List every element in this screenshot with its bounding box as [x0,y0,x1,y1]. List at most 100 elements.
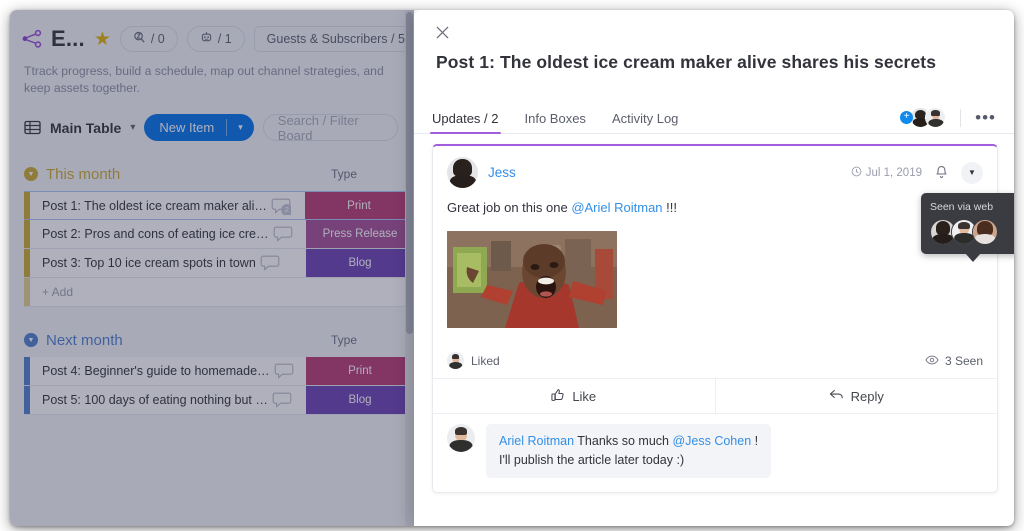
liked-label: Liked [471,354,500,368]
comment-bubble-icon[interactable] [273,225,293,243]
table-icon [24,119,41,136]
status-badge[interactable]: Print [306,357,414,385]
comment-count: 2 [281,204,291,215]
seen-label: 3 Seen [945,354,983,368]
board-pill-automations-label: / 1 [218,32,232,46]
view-name[interactable]: Main Table [50,120,121,136]
board-group: ▼ This month Type Post 1: The oldest ice cr… [10,163,414,307]
board-pill-activity-label: / 0 [151,32,165,46]
table-row[interactable]: Post 5: 100 days of eating nothing but …… [24,386,414,415]
board-scrollbar-track[interactable] [405,10,414,526]
tab-activity-log[interactable]: Activity Log [612,111,678,133]
page-title: Post 1: The oldest ice cream maker alive… [436,52,984,73]
comment-bubble-icon[interactable] [274,362,294,380]
update-author[interactable]: Jess [488,165,516,180]
tab-info-boxes[interactable]: Info Boxes [525,111,586,133]
table-row[interactable]: Post 4: Beginner's guide to homemade…Pri… [24,357,414,386]
liked-by: Liked [447,352,500,369]
reply-bubble: Ariel Roitman Thanks so much @Jess Cohen… [486,424,771,478]
board-panel[interactable]: E... ★ / 0 [10,10,414,526]
seen-count[interactable]: 3 Seen [925,354,983,368]
board-group: ▼ Next month Type Post 4: Beginner's guide … [10,329,414,415]
item-detail-modal: Post 1: The oldest ice cream maker alive… [414,10,1014,526]
table-row[interactable]: Post 1: The oldest ice cream maker ali…2… [24,191,414,220]
mention-link[interactable]: @Jess Cohen [672,434,751,448]
reply-text-end: ! [751,434,758,448]
update-header-actions: Jul 1, 2019 ▼ [851,162,983,184]
reply-author-link[interactable]: Ariel Roitman [499,434,574,448]
row-item-name[interactable]: Post 2: Pros and cons of eating ice cre… [30,220,306,248]
board-pill-automations[interactable]: / 1 [187,26,245,52]
more-options-icon[interactable]: ••• [975,112,996,124]
chevron-down-icon[interactable]: ▾ [130,122,135,133]
eye-icon [925,354,939,368]
clock-icon [851,166,862,180]
comment-bubble-icon[interactable] [260,254,280,272]
table-row[interactable]: Post 3: Top 10 ice cream spots in townBl… [24,249,414,278]
avatar[interactable] [925,107,946,128]
update-text-before: Great job on this one [447,200,571,215]
row-item-name[interactable]: Post 3: Top 10 ice cream spots in town [30,249,306,277]
update-image[interactable] [447,231,617,328]
member-avatars[interactable] [910,107,946,128]
reply-item: Ariel Roitman Thanks so much @Jess Cohen… [433,413,997,492]
row-color-bar [24,278,30,306]
search-filter-input[interactable]: Search / Filter Board [263,114,398,141]
update-header: Jess Jul 1, 2019 [433,146,997,194]
reply-line-2: I'll publish the article later today :) [499,451,758,470]
group-rows: Post 4: Beginner's guide to homemade…Pri… [10,357,414,415]
comment-bubble-icon[interactable] [272,391,292,409]
modal-tabs-actions: + [900,107,996,133]
status-badge[interactable]: Press Release [306,220,414,248]
update-text-after: !!! [663,200,677,215]
star-icon[interactable]: ★ [94,30,111,49]
column-header-type: Type [290,333,398,347]
row-item-name[interactable]: Post 1: The oldest ice cream maker ali…2 [30,192,305,219]
reply-arrow-icon [829,388,844,404]
bell-icon[interactable] [935,165,948,180]
board-description: Ttrack progress, build a schedule, map o… [24,63,398,97]
group-title[interactable]: Next month [46,332,123,349]
close-icon[interactable] [432,22,452,42]
new-item-label: New Item [144,120,226,135]
group-header: ▼ Next month Type [10,329,414,351]
avatar[interactable] [447,352,464,369]
add-row-button[interactable]: + Add [24,278,414,307]
row-item-name[interactable]: Post 4: Beginner's guide to homemade… [30,357,306,385]
avatar[interactable] [447,157,478,188]
group-collapse-icon[interactable]: ▼ [24,167,38,181]
comment-bubble-icon[interactable]: 2 [271,197,291,215]
status-badge[interactable]: Blog [306,386,414,414]
mention-link[interactable]: @Ariel Roitman [571,200,662,215]
like-label: Like [572,389,596,404]
status-badge[interactable]: Print [305,192,413,219]
share-icon[interactable] [22,30,42,48]
reply-text-mid: Thanks so much [574,434,672,448]
update-date-label: Jul 1, 2019 [866,167,922,179]
avatar[interactable] [447,424,475,452]
table-row[interactable]: Post 2: Pros and cons of eating ice cre…… [24,220,414,249]
reply-label: Reply [851,389,884,404]
board-groups: ▼ This month Type Post 1: The oldest ice cr… [10,163,414,415]
screenshot-root: E... ★ / 0 [0,0,1024,531]
row-item-name[interactable]: Post 5: 100 days of eating nothing but … [30,386,306,414]
board-title-row: E... ★ / 0 [22,24,398,54]
guests-subscribers-pill[interactable]: Guests & Subscribers / 5 [254,26,414,52]
reply-button[interactable]: Reply [715,379,998,413]
like-button[interactable]: Like [433,379,715,413]
update-text: Great job on this one @Ariel Roitman !!! [447,198,983,217]
tab-updates[interactable]: Updates / 2 [432,111,499,133]
update-actions: Like Reply [433,379,997,413]
column-header-type: Type [290,167,398,181]
board-pill-activity[interactable]: / 0 [120,26,178,52]
group-collapse-icon[interactable]: ▼ [24,333,38,347]
status-badge[interactable]: Blog [306,249,414,277]
board-name[interactable]: E... [51,28,85,50]
app-window: E... ★ / 0 [10,10,1014,526]
board-scrollbar-thumb[interactable] [406,12,413,334]
new-item-chevron-down-icon[interactable]: ▾ [227,122,254,133]
group-title[interactable]: This month [46,166,120,183]
activity-icon [133,31,146,47]
new-item-button[interactable]: New Item ▾ [144,114,253,141]
update-menu-chevron-down-icon[interactable]: ▼ [961,162,983,184]
